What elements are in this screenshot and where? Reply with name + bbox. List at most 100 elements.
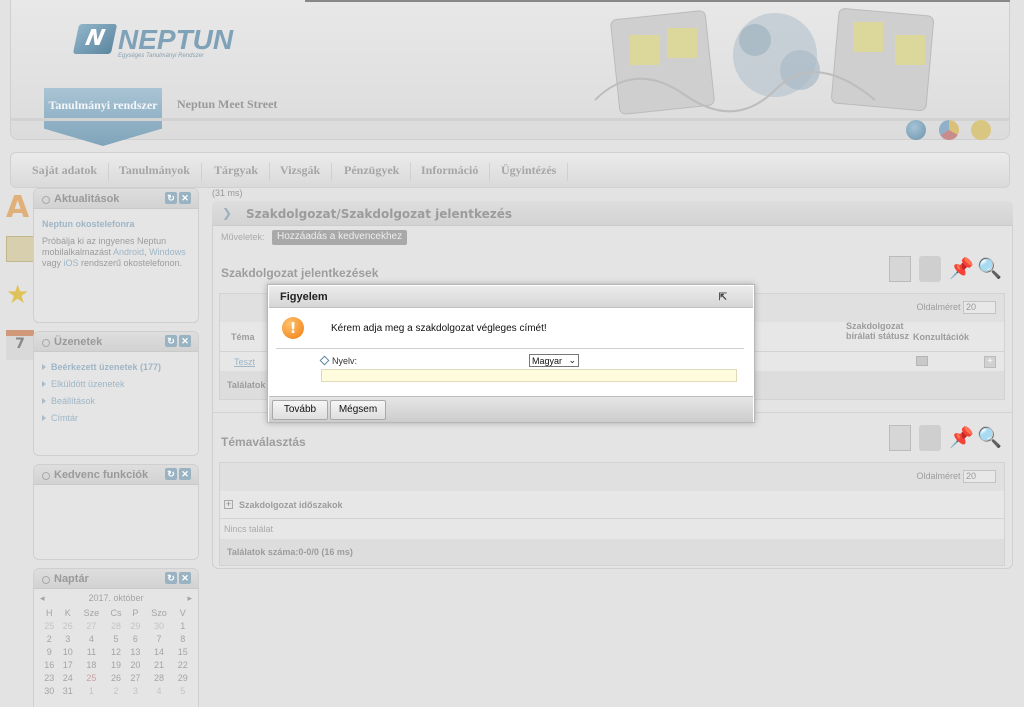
calendar-day[interactable]: 31	[59, 684, 78, 697]
calendar-today[interactable]: 25	[77, 671, 106, 684]
accessibility-icon[interactable]	[971, 120, 991, 140]
menu-sajat-adatok[interactable]: Saját adatok	[32, 163, 110, 181]
menu-vizsgak[interactable]: Vizsgák	[280, 163, 333, 181]
calendar-day[interactable]: 8	[173, 632, 192, 645]
calendar-day[interactable]: 5	[106, 632, 126, 645]
panel-refresh-icon[interactable]: ↻	[165, 572, 177, 584]
mail-icon[interactable]	[6, 236, 34, 262]
calendar-day[interactable]: 3	[59, 632, 78, 645]
calendar-day[interactable]: 30	[40, 684, 59, 697]
pin-icon[interactable]: 📌	[949, 425, 974, 451]
menu-penzugyek[interactable]: Pénzügyek	[344, 163, 412, 181]
calendar-day[interactable]: 3	[126, 684, 145, 697]
settings-link[interactable]: Beállítások	[42, 396, 190, 407]
calendar-day[interactable]: 20	[126, 658, 145, 671]
row-topic-link[interactable]: Teszt	[234, 357, 255, 367]
next-month-icon[interactable]: ▸	[187, 593, 192, 604]
calendar-day[interactable]: 9	[40, 645, 59, 658]
tab-tanulmanyi-rendszer[interactable]: Tanulmányi rendszer	[44, 88, 162, 146]
calendar-day[interactable]: 22	[173, 658, 192, 671]
calendar-day[interactable]: 2	[40, 632, 59, 645]
calendar-day[interactable]: 29	[126, 619, 145, 632]
consultation-icon[interactable]	[916, 356, 928, 366]
calendar-day[interactable]: 6	[126, 632, 145, 645]
calendar-day[interactable]: 27	[126, 671, 145, 684]
windows-link[interactable]: Windows	[149, 247, 186, 257]
add-icon[interactable]: +	[984, 356, 996, 368]
star-icon[interactable]: ★	[6, 280, 34, 310]
panel-close-icon[interactable]: ✕	[179, 468, 191, 480]
calendar-day[interactable]: 4	[77, 632, 106, 645]
calendar-day[interactable]: 30	[145, 619, 174, 632]
pin-icon[interactable]: 📌	[949, 256, 974, 282]
directory-link[interactable]: Címtár	[42, 413, 190, 424]
calendar-day[interactable]: 7	[145, 632, 174, 645]
calendar-day[interactable]: 23	[40, 671, 59, 684]
sent-link[interactable]: Elküldött üzenetek	[42, 379, 190, 390]
globe-icon[interactable]	[906, 120, 926, 140]
next-button[interactable]: Tovább	[272, 400, 328, 420]
calendar-day[interactable]: 18	[77, 658, 106, 671]
thesis-title-input[interactable]	[321, 369, 737, 382]
calendar-day[interactable]: 12	[106, 645, 126, 658]
calendar-day[interactable]: 28	[145, 671, 174, 684]
prev-month-icon[interactable]: ◂	[40, 593, 45, 604]
calendar-day[interactable]: 26	[59, 619, 78, 632]
calendar-day[interactable]: 16	[40, 658, 59, 671]
menu-ugyintezes[interactable]: Ügyintézés	[501, 163, 569, 181]
font-size-icon[interactable]: A	[6, 190, 34, 225]
col-header-topic[interactable]: Téma	[231, 332, 255, 342]
ios-link[interactable]: iOS	[64, 258, 79, 268]
android-link[interactable]: Android	[113, 247, 144, 257]
calendar-day[interactable]: 4	[145, 684, 174, 697]
calendar-day[interactable]: 15	[173, 645, 192, 658]
search-icon[interactable]: 🔍	[977, 256, 1002, 282]
calendar-day[interactable]: 1	[173, 619, 192, 632]
calendar-day[interactable]: 25	[40, 619, 59, 632]
page-size-select[interactable]: 20	[963, 301, 996, 314]
print-icon[interactable]	[919, 256, 941, 282]
calendar-day[interactable]: 11	[77, 645, 106, 658]
panel-close-icon[interactable]: ✕	[179, 192, 191, 204]
add-to-favorites-button[interactable]: Hozzáadás a kedvencekhez	[272, 230, 408, 245]
panel-close-icon[interactable]: ✕	[179, 335, 191, 347]
export-icon[interactable]	[889, 425, 911, 451]
menu-tanulmanyok[interactable]: Tanulmányok	[119, 163, 202, 181]
print-icon[interactable]	[919, 425, 941, 451]
calendar-day[interactable]: 24	[59, 671, 78, 684]
menu-targyak[interactable]: Tárgyak	[214, 163, 271, 181]
calendar-day[interactable]: 26	[106, 671, 126, 684]
col-header-consultations[interactable]: Konzultációk	[913, 332, 969, 342]
calendar-day[interactable]: 17	[59, 658, 78, 671]
calendar-day[interactable]: 5	[173, 684, 192, 697]
tab-meet-street[interactable]: Neptun Meet Street	[177, 97, 277, 112]
search-icon[interactable]: 🔍	[977, 425, 1002, 451]
calendar-day[interactable]: 29	[173, 671, 192, 684]
calendar-day[interactable]: 14	[145, 645, 174, 658]
inbox-link[interactable]: Beérkezett üzenetek (177)	[42, 362, 190, 373]
calendar-day[interactable]: 10	[59, 645, 78, 658]
menu-informacio[interactable]: Információ	[421, 163, 491, 181]
popout-icon[interactable]: ⇱	[719, 292, 727, 303]
calendar-icon[interactable]: 7	[6, 330, 34, 360]
export-icon[interactable]	[889, 256, 911, 282]
calendar-day[interactable]: 13	[126, 645, 145, 658]
language-select[interactable]: Magyar ⌄	[529, 354, 579, 367]
page-size-select[interactable]: 20	[963, 470, 996, 483]
calendar-day[interactable]: 19	[106, 658, 126, 671]
cancel-button[interactable]: Mégsem	[330, 400, 386, 420]
calendar-day[interactable]: 1	[77, 684, 106, 697]
expand-icon[interactable]: +	[224, 500, 233, 509]
panel-close-icon[interactable]: ✕	[179, 572, 191, 584]
panel-refresh-icon[interactable]: ↻	[165, 468, 177, 480]
group-periods[interactable]: Szakdolgozat időszakok	[239, 500, 343, 510]
col-header-status[interactable]: Szakdolgozat bírálati státusz	[846, 321, 912, 341]
calendar-day[interactable]: 27	[77, 619, 106, 632]
calendar-day[interactable]: 28	[106, 619, 126, 632]
color-theme-icon[interactable]	[939, 120, 959, 140]
neptun-logo[interactable]: N NEPTUN Egységes Tanulmányi Rendszer	[72, 24, 236, 60]
news-headline[interactable]: Neptun okostelefonra	[42, 219, 190, 230]
calendar-day[interactable]: 21	[145, 658, 174, 671]
panel-refresh-icon[interactable]: ↻	[165, 192, 177, 204]
panel-refresh-icon[interactable]: ↻	[165, 335, 177, 347]
